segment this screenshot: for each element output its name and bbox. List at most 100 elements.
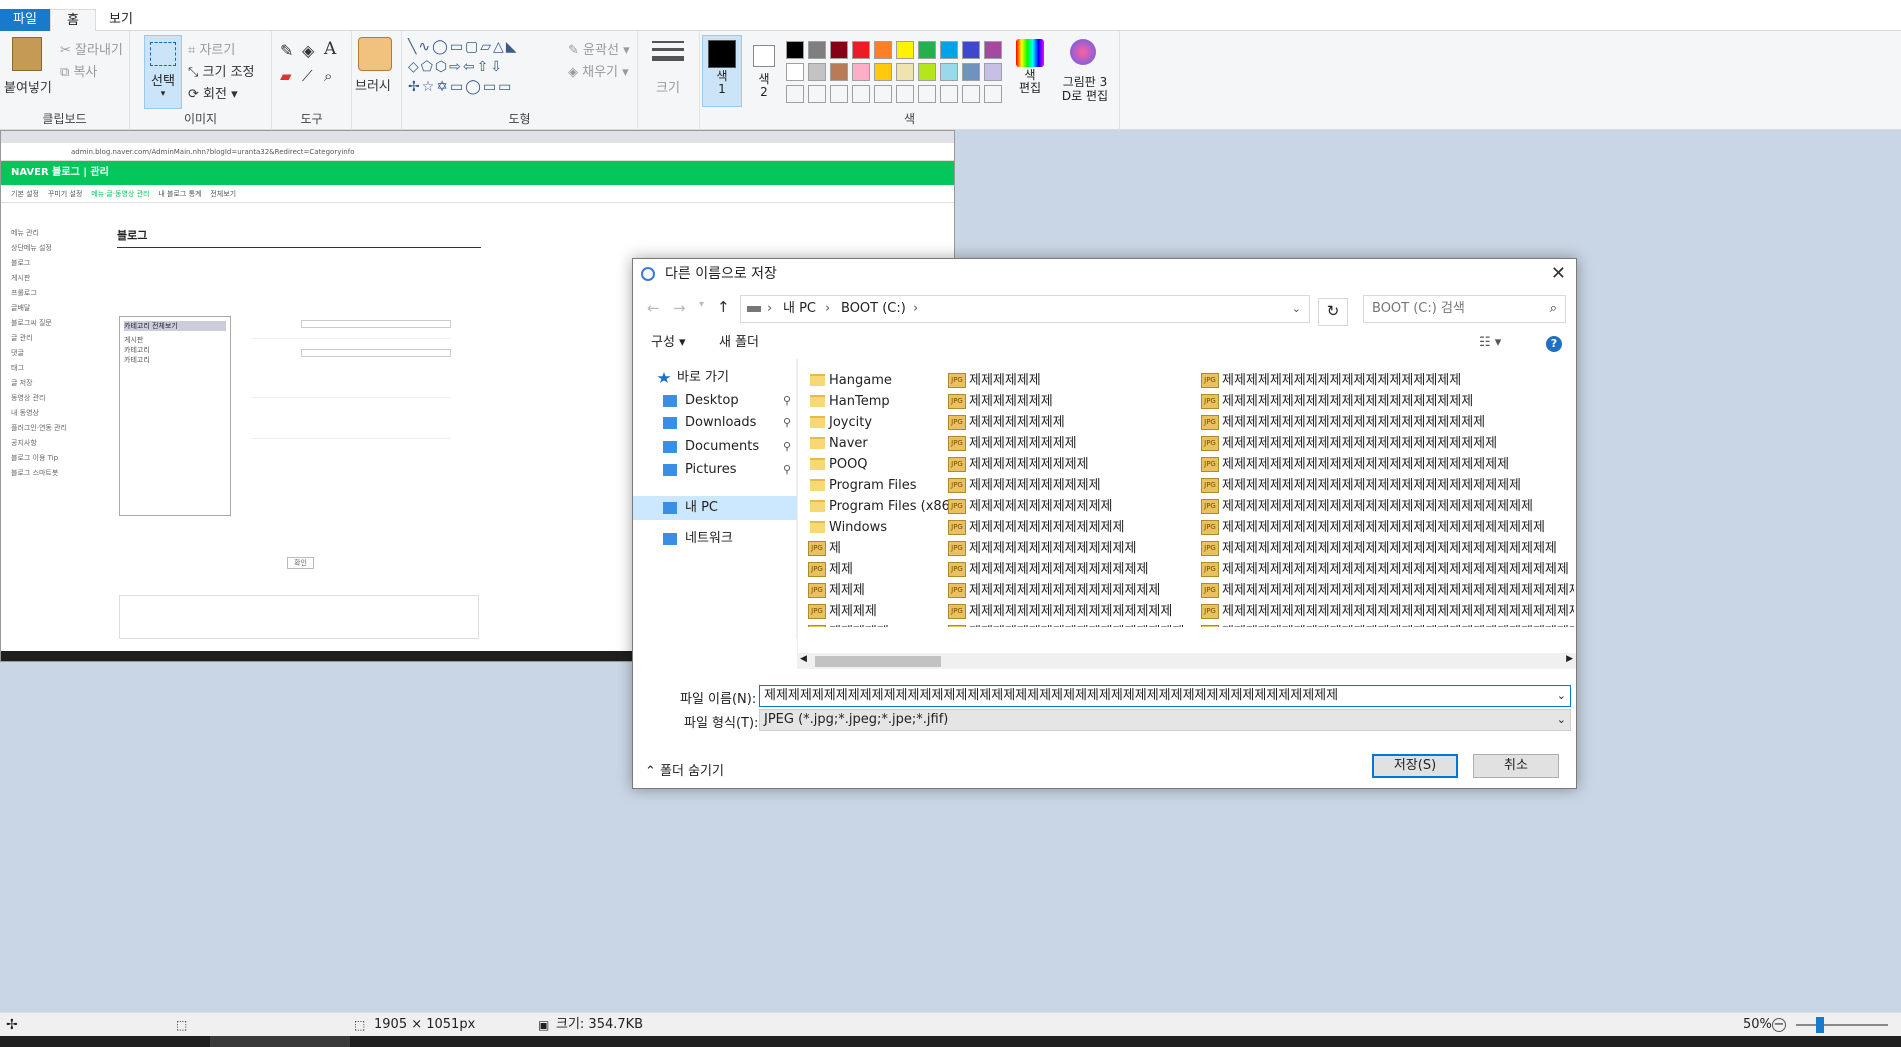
- color-swatch[interactable]: [940, 63, 958, 81]
- chevron-down-icon[interactable]: ⌄: [1556, 686, 1566, 706]
- file-item[interactable]: JPG 제: [807, 538, 841, 559]
- folder-item[interactable]: Program Files: [807, 475, 917, 496]
- crop-button[interactable]: ⌗ 자르기: [188, 39, 235, 58]
- folder-item[interactable]: POOQ: [807, 454, 868, 475]
- forward-arrow-icon[interactable]: →: [673, 299, 686, 317]
- color-swatch[interactable]: [918, 41, 936, 59]
- help-icon[interactable]: ?: [1546, 336, 1562, 352]
- nav-item-0[interactable]: 바로 가기: [633, 366, 797, 390]
- pencil-icon[interactable]: ✎: [280, 41, 293, 60]
- color-swatch[interactable]: [830, 63, 848, 81]
- copy-button[interactable]: ⧉ 복사: [60, 61, 97, 80]
- organize-button[interactable]: 구성 ▾: [651, 327, 686, 359]
- scroll-right-icon[interactable]: ▶: [1566, 654, 1573, 664]
- file-item[interactable]: JPG 제제제제제제제제제제제제제제제제제제제제제제제: [1200, 433, 1497, 454]
- file-item[interactable]: JPG제제제제제제제제제제제제제제제제제제제제제제제제제제제제제제제제: [1200, 622, 1574, 627]
- zoom-out-icon[interactable]: −: [1772, 1018, 1786, 1032]
- shapes-gallery[interactable]: ╲∿◯▭▢▱△◣ ◇⬠⬡⇨⇦⇧⇩ ✢☆✡▭◯▭▭: [408, 37, 560, 97]
- chevron-down-icon[interactable]: ⌄: [1557, 710, 1566, 730]
- color-swatch[interactable]: [896, 41, 914, 59]
- up-arrow-icon[interactable]: ↑: [717, 298, 730, 316]
- color2-button[interactable]: 색 2: [748, 35, 780, 107]
- cut-button[interactable]: ✂ 잘라내기: [60, 39, 123, 58]
- file-item[interactable]: JPG 제제제제제제제제제제: [947, 454, 1089, 475]
- file-item[interactable]: JPG 제제제제제제제제제: [947, 433, 1077, 454]
- color-swatch[interactable]: [830, 41, 848, 59]
- file-item[interactable]: JPG 제제제제제제: [947, 370, 1041, 391]
- close-icon[interactable]: ✕: [1551, 259, 1566, 289]
- color-swatch[interactable]: [852, 85, 870, 103]
- tab-home[interactable]: 홈: [50, 9, 96, 32]
- zoom-slider[interactable]: [1796, 1024, 1888, 1026]
- file-item[interactable]: JPG 제제제제제제제제제제제제제제제제제제제제: [1200, 370, 1461, 391]
- resize-button[interactable]: ⤡ 크기 조정: [188, 61, 255, 80]
- folder-item[interactable]: Joycity: [807, 412, 872, 433]
- color-swatch[interactable]: [852, 63, 870, 81]
- filename-input[interactable]: 제제제제제제제제제제제제제제제제제제제제제제제제제제제제제제제제제제제제제제제제…: [759, 685, 1571, 707]
- eraser-icon[interactable]: ▰: [280, 67, 292, 85]
- color-swatch[interactable]: [918, 85, 936, 103]
- file-item[interactable]: JPG 제제제제제제제제제제제제제제제제제: [947, 601, 1172, 622]
- view-options-icon[interactable]: ☷ ▾: [1479, 327, 1501, 359]
- color1-button[interactable]: 색 1: [702, 35, 742, 107]
- breadcrumb-boot-drive[interactable]: BOOT (C:): [841, 296, 906, 322]
- paste-button[interactable]: 붙여넣기: [4, 77, 52, 96]
- brush-icon[interactable]: [358, 37, 392, 71]
- rotate-button[interactable]: ⟳ 회전 ▾: [188, 83, 238, 102]
- filetype-select[interactable]: JPEG (*.jpg;*.jpeg;*.jpe;*.jfif) ⌄: [759, 709, 1571, 731]
- file-item[interactable]: JPG제제제제제: [807, 622, 889, 627]
- fill-icon[interactable]: ◈: [302, 41, 314, 60]
- color-swatch[interactable]: [984, 63, 1002, 81]
- recent-dropdown-icon[interactable]: ▾: [699, 299, 704, 310]
- file-item[interactable]: JPG 제제제제제제제제제제제제제제제: [947, 559, 1148, 580]
- color-swatch[interactable]: [786, 85, 804, 103]
- outline-button[interactable]: ✎ 윤곽선 ▾: [568, 39, 630, 58]
- refresh-icon[interactable]: ↻: [1318, 298, 1348, 326]
- color-swatch[interactable]: [808, 41, 826, 59]
- paint3d-button[interactable]: 그림판 3 D로 편집: [1052, 75, 1118, 103]
- chevron-down-icon[interactable]: ⌄: [1292, 296, 1301, 322]
- color-swatch[interactable]: [786, 41, 804, 59]
- address-bar[interactable]: › 내 PC › BOOT (C:) › ⌄: [740, 295, 1310, 323]
- file-item[interactable]: JPG 제제제제제제제제제제제제제제: [947, 538, 1136, 559]
- file-item[interactable]: JPG 제제제제제제제제제제제제제제제제제제제제제제제제제제제제: [1200, 538, 1557, 559]
- color-swatch[interactable]: [874, 41, 892, 59]
- fill-button[interactable]: ◈ 채우기 ▾: [568, 61, 629, 80]
- color-swatch[interactable]: [786, 63, 804, 81]
- color-swatch[interactable]: [830, 85, 848, 103]
- color-swatch[interactable]: [896, 85, 914, 103]
- color-swatch[interactable]: [808, 63, 826, 81]
- folder-item[interactable]: Program Files (x86): [807, 496, 955, 517]
- color-swatch[interactable]: [984, 85, 1002, 103]
- file-item[interactable]: JPG 제제제제제제제제제제제제제제제제제제제제제제제제제: [1200, 475, 1521, 496]
- hide-folders-toggle[interactable]: ⌃ 폴더 숨기기: [645, 760, 724, 779]
- color-swatch[interactable]: [852, 41, 870, 59]
- file-item[interactable]: JPG 제제제제제제제제제제제제제제제제제제제제제제제제제제: [1200, 496, 1533, 517]
- file-item[interactable]: JPG 제제제제: [807, 601, 877, 622]
- color-swatch[interactable]: [940, 41, 958, 59]
- file-item[interactable]: JPG 제제제제제제제제제제제제제제제제: [947, 580, 1160, 601]
- nav-item-1[interactable]: Desktop ⚲: [633, 389, 797, 413]
- line-size-icon[interactable]: [652, 41, 684, 61]
- breadcrumb-this-pc[interactable]: 내 PC: [783, 296, 816, 322]
- magnifier-icon[interactable]: ⌕: [324, 67, 332, 85]
- folder-item[interactable]: Naver: [807, 433, 868, 454]
- search-input[interactable]: BOOT (C:) 검색 ⌕: [1363, 295, 1566, 323]
- nav-item-4[interactable]: Pictures ⚲: [633, 458, 797, 482]
- new-folder-button[interactable]: 새 폴더: [719, 327, 759, 359]
- file-item[interactable]: JPG 제제제제제제제제제제제제제제제제제제제제제제제제제제제제제제: [1200, 580, 1574, 601]
- taskbar-app[interactable]: [210, 1036, 350, 1047]
- scroll-left-icon[interactable]: ◀: [800, 654, 807, 664]
- brushes-button[interactable]: 브러시: [355, 75, 391, 94]
- file-item[interactable]: JPG 제제제제제제제제제제제제제제제제제제제제제제제제제제제제제제제: [1200, 601, 1574, 622]
- color-swatch[interactable]: [962, 85, 980, 103]
- nav-item-2[interactable]: Downloads ⚲: [633, 411, 797, 435]
- color-swatch[interactable]: [962, 41, 980, 59]
- file-item[interactable]: JPG제제제제제제제제제제제제제제제제제제: [947, 622, 1184, 627]
- color-swatch[interactable]: [896, 63, 914, 81]
- file-item[interactable]: JPG 제제제제제제제제: [947, 412, 1065, 433]
- file-item[interactable]: JPG 제제제제제제제제제제제제제제제제제제제제제제제제제제제제제: [1200, 559, 1569, 580]
- paint3d-icon[interactable]: [1070, 39, 1096, 65]
- file-item[interactable]: JPG 제제제제제제제제제제제제제제제제제제제제제제제제제제제: [1200, 517, 1545, 538]
- color-picker-icon[interactable]: ⟋: [302, 67, 313, 85]
